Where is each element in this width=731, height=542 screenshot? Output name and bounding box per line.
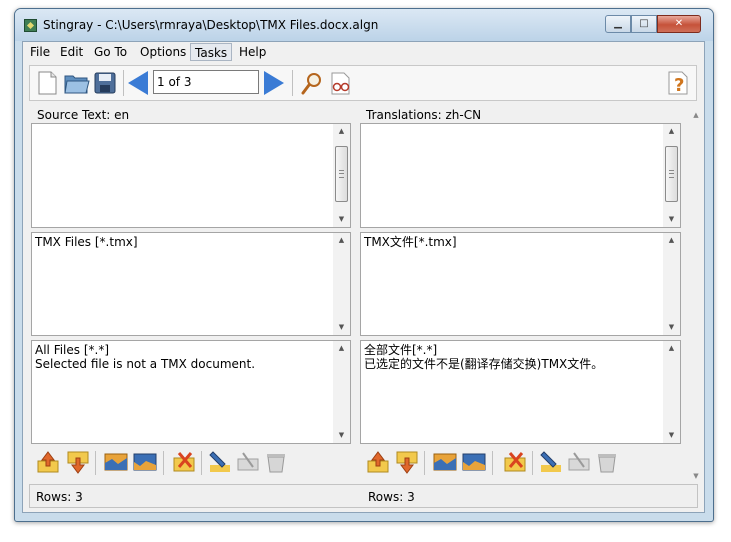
source-segment-3[interactable]: All Files [*.*] Selected file is not a T… (31, 340, 351, 444)
menu-edit[interactable]: Edit (56, 43, 87, 61)
scroll-down-icon[interactable]: ▼ (333, 428, 350, 443)
menu-help[interactable]: Help (235, 43, 270, 61)
scroll-thumb[interactable] (665, 146, 678, 202)
scroll-up-icon[interactable]: ▲ (690, 109, 702, 121)
target-segment-2-scrollbar[interactable]: ▲ ▼ (663, 233, 680, 335)
help-icon[interactable]: ? (664, 69, 692, 97)
target-move-down-icon[interactable] (394, 449, 420, 475)
menu-bar: File Edit Go To Options Tasks Help (23, 42, 704, 62)
next-icon[interactable] (264, 71, 284, 95)
application-window: Stingray - C:\Users\rmraya\Desktop\TMX F… (14, 8, 714, 522)
target-segment-3-scrollbar[interactable]: ▲ ▼ (663, 341, 680, 443)
source-split-icon[interactable] (235, 449, 261, 475)
scroll-up-icon[interactable]: ▲ (333, 233, 350, 248)
scroll-up-icon[interactable]: ▲ (333, 341, 350, 356)
scroll-thumb[interactable] (335, 146, 348, 202)
toolbar: 1 of 3 ? (29, 65, 697, 101)
target-text-3: 全部文件[*.*] 已选定的文件不是(翻译存储交换)TMX文件。 (364, 343, 604, 371)
scroll-down-icon[interactable]: ▼ (663, 428, 680, 443)
source-segment-3-scrollbar[interactable]: ▲ ▼ (333, 341, 350, 443)
search-icon[interactable] (298, 69, 326, 97)
menu-options[interactable]: Options (136, 43, 190, 61)
maximize-button[interactable]: □ (631, 15, 657, 33)
save-icon[interactable] (91, 69, 119, 97)
svg-text:?: ? (674, 75, 684, 96)
target-delete-icon[interactable] (502, 449, 528, 475)
previous-icon[interactable] (128, 71, 148, 95)
target-text-1 (361, 124, 680, 128)
menu-file[interactable]: File (26, 43, 54, 61)
window-title: Stingray - C:\Users\rmraya\Desktop\TMX F… (43, 18, 379, 32)
open-folder-icon[interactable] (62, 69, 90, 97)
source-row-count: Rows: 3 (36, 490, 83, 504)
source-segment-1-scrollbar[interactable]: ▲ ▼ (333, 124, 350, 227)
target-merge-up-icon[interactable] (432, 449, 458, 475)
target-header: Translations: zh-CN (366, 108, 482, 122)
client-area: File Edit Go To Options Tasks Help 1 of … (22, 41, 705, 513)
source-segment-2-scrollbar[interactable]: ▲ ▼ (333, 233, 350, 335)
status-bar: Rows: 3 Rows: 3 (29, 484, 698, 508)
source-clear-icon[interactable] (263, 449, 289, 475)
main-scrollbar[interactable]: ▲ ▼ (690, 109, 702, 482)
source-text-1 (32, 124, 350, 128)
close-button[interactable]: ✕ (657, 15, 701, 33)
source-merge-down-icon[interactable] (132, 449, 158, 475)
stingray-app-icon[interactable] (24, 19, 37, 32)
scroll-up-icon[interactable]: ▲ (663, 124, 680, 139)
source-move-up-icon[interactable] (35, 449, 61, 475)
target-segment-1-scrollbar[interactable]: ▲ ▼ (663, 124, 680, 227)
target-edit-icon[interactable] (538, 449, 564, 475)
target-segment-1[interactable]: ▲ ▼ (360, 123, 681, 228)
target-row-count: Rows: 3 (368, 490, 415, 504)
source-segment-2[interactable]: TMX Files [*.tmx] ▲ ▼ (31, 232, 351, 336)
target-segment-3[interactable]: 全部文件[*.*] 已选定的文件不是(翻译存储交换)TMX文件。 ▲ ▼ (360, 340, 681, 444)
scroll-up-icon[interactable]: ▲ (663, 233, 680, 248)
source-text-3: All Files [*.*] Selected file is not a T… (35, 343, 256, 371)
new-file-icon[interactable] (33, 69, 61, 97)
source-move-down-icon[interactable] (65, 449, 91, 475)
source-segment-1[interactable]: ▲ ▼ (31, 123, 351, 228)
source-header: Source Text: en (37, 108, 130, 122)
source-delete-icon[interactable] (171, 449, 197, 475)
target-move-up-icon[interactable] (365, 449, 391, 475)
scroll-down-icon[interactable]: ▼ (690, 470, 702, 482)
glasses-icon[interactable] (326, 69, 354, 97)
target-clear-icon[interactable] (594, 449, 620, 475)
source-edit-icon[interactable] (207, 449, 233, 475)
scroll-up-icon[interactable]: ▲ (663, 341, 680, 356)
scroll-up-icon[interactable]: ▲ (333, 124, 350, 139)
scroll-down-icon[interactable]: ▼ (333, 212, 350, 227)
source-merge-up-icon[interactable] (103, 449, 129, 475)
menu-go-to[interactable]: Go To (90, 43, 131, 61)
title-bar[interactable]: Stingray - C:\Users\rmraya\Desktop\TMX F… (15, 9, 713, 41)
menu-tasks[interactable]: Tasks (190, 43, 233, 61)
scroll-down-icon[interactable]: ▼ (663, 320, 680, 335)
scroll-down-icon[interactable]: ▼ (333, 320, 350, 335)
target-split-icon[interactable] (566, 449, 592, 475)
target-segment-2[interactable]: TMX文件[*.tmx] ▲ ▼ (360, 232, 681, 336)
target-text-2: TMX文件[*.tmx] (364, 235, 457, 249)
source-text-2: TMX Files [*.tmx] (35, 235, 138, 249)
target-merge-down-icon[interactable] (461, 449, 487, 475)
minimize-button[interactable]: ▁ (605, 15, 631, 33)
scroll-down-icon[interactable]: ▼ (663, 212, 680, 227)
page-indicator-input[interactable]: 1 of 3 (153, 70, 259, 94)
